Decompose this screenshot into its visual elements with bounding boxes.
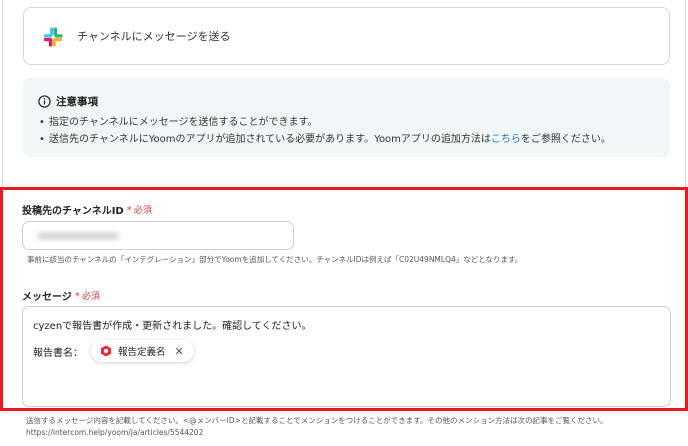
panel-left-border	[2, 0, 3, 190]
form-panel: チャンネルにメッセージを送る 注意事項 • 指定のチャンネルにメッセージを送信す…	[0, 0, 688, 446]
bullet: •	[39, 117, 45, 128]
notice-item-text: 指定のチャンネルにメッセージを送信することができます。	[49, 117, 318, 128]
help-link[interactable]: こちら	[491, 134, 521, 145]
bullet: •	[39, 134, 45, 145]
notice-item-text: 送信先のチャンネルにYoomのアプリが追加されている必要があります。Yoomアプ…	[49, 131, 611, 148]
message-help-link[interactable]: https://intercom.help/yoom/ja/articles/5…	[26, 428, 203, 437]
notice-item-text-before: 送信先のチャンネルにYoomのアプリが追加されている必要があります。Yoomアプ…	[49, 134, 491, 145]
highlight-box	[0, 187, 688, 411]
app-action-title: チャンネルにメッセージを送る	[77, 30, 231, 43]
notice-item: • 指定のチャンネルにメッセージを送信することができます。	[39, 114, 611, 131]
notice-list: • 指定のチャンネルにメッセージを送信することができます。 • 送信先のチャンネ…	[39, 114, 611, 148]
slack-icon	[43, 27, 63, 47]
panel-right-border	[685, 0, 686, 190]
notice-header: 注意事項	[38, 94, 98, 109]
notice-title: 注意事項	[56, 96, 98, 108]
notice-item-text-after: をご参照ください。	[520, 134, 611, 145]
info-icon	[38, 95, 51, 108]
app-action-card[interactable]: チャンネルにメッセージを送る	[23, 7, 670, 65]
message-help-line-1: 送信するメッセージ内容を記載してください。<@メンバーID>と記載することでメン…	[26, 416, 608, 425]
notice-box: 注意事項 • 指定のチャンネルにメッセージを送信することができます。 • 送信先…	[23, 78, 670, 157]
notice-item: • 送信先のチャンネルにYoomのアプリが追加されている必要があります。Yoom…	[39, 131, 611, 148]
